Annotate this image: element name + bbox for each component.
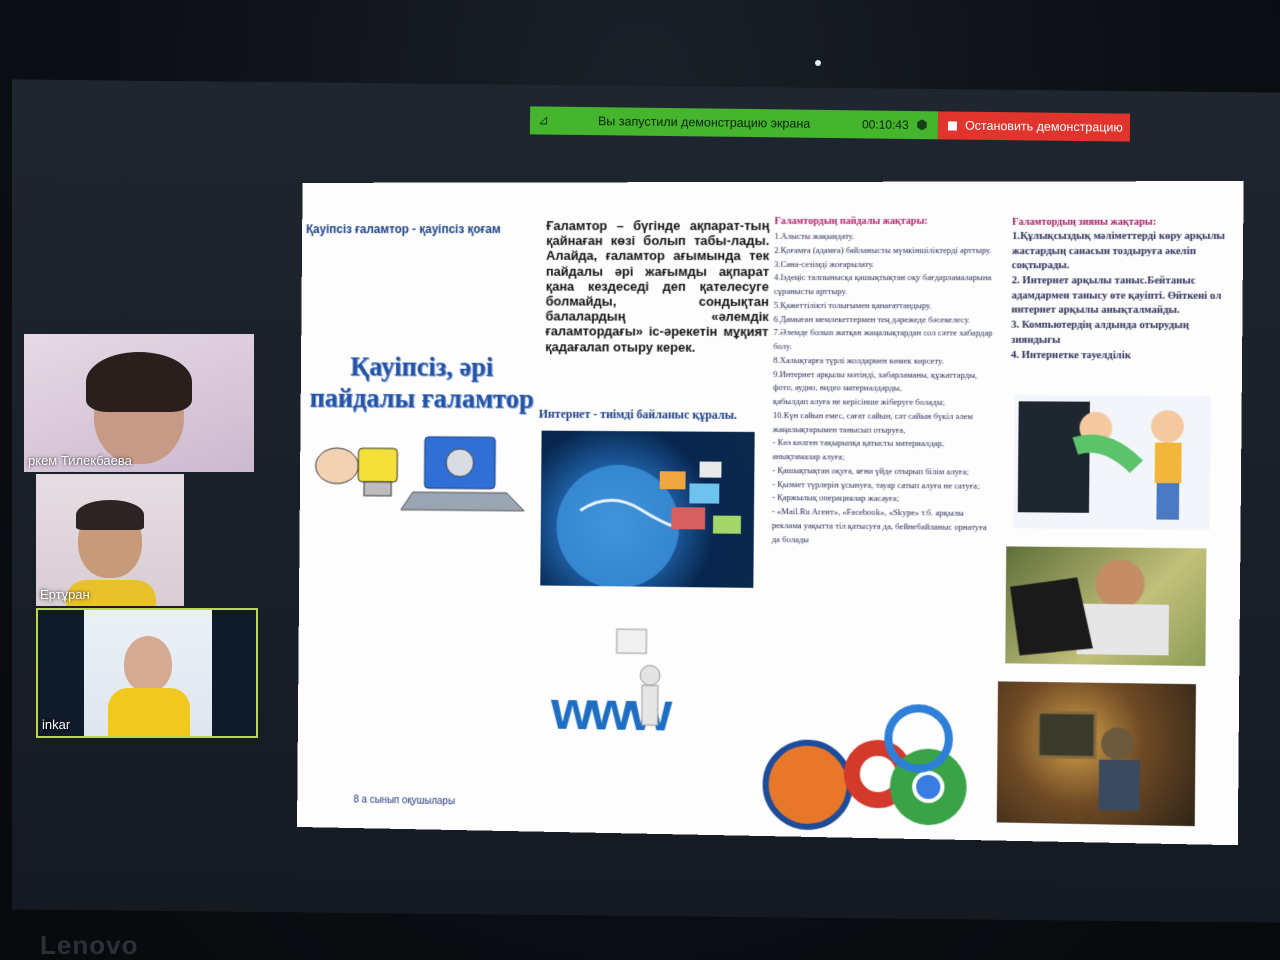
screen-addiction-image — [996, 681, 1196, 827]
stop-icon — [947, 120, 958, 131]
benefit-item: 5.Қажеттілікті толығымен қанағаттандыру. — [773, 299, 932, 311]
participant-face — [124, 636, 172, 692]
stop-share-button[interactable]: Остановить демонстрацию — [937, 111, 1131, 142]
benefits-column: Ғаламтордың пайдалы жақтары: 1.Алысты жа… — [772, 214, 996, 549]
participant-tile[interactable]: Ертұран — [36, 474, 184, 606]
benefit-item: 9.Интернет арқылы мәтінді, хабарламаны, … — [773, 368, 978, 393]
share-status: ⊿ Вы запустили демонстрацию экрана 00:10… — [529, 106, 939, 140]
computer-cartoon-image — [307, 434, 532, 515]
share-timer: 00:10:43 — [861, 117, 909, 132]
kids-cartoon-image — [1013, 395, 1211, 531]
participant-tile[interactable]: ркем Тилекбаева — [24, 334, 254, 472]
participant-name: inkar — [42, 717, 71, 732]
benefit-item: қабылдап алуға не керісінше жіберуге бол… — [772, 396, 945, 407]
participant-name: Ертұран — [40, 587, 90, 602]
slide-big-title: Қауіпсіз, әрі пайдалы ғаламтор — [309, 351, 534, 415]
harms-column: Ғаламтордың зияны жақтары: 1.Құлықсыздық… — [1011, 216, 1239, 364]
slide-internet-line: Интернет - тиімді байланыс құралы. — [538, 406, 737, 422]
participant-shirt — [108, 688, 190, 736]
harm-item: 4. Интернетке тәуелділік — [1010, 349, 1131, 361]
share-message: Вы запустили демонстрацию экрана — [597, 114, 811, 131]
slide-small-title: Қауіпсіз ғаламтор - қауіпсіз қоғам — [305, 222, 501, 237]
participant-hair — [86, 352, 192, 412]
browser-logos-image — [759, 702, 971, 836]
benefit-item: 1.Алысты жақындату. — [774, 230, 855, 241]
www-image: www — [547, 624, 741, 766]
laptop-bezel: ⊿ Вы запустили демонстрацию экрана 00:10… — [0, 0, 1280, 960]
laptop-brand-logo: Lenovo — [40, 930, 139, 960]
slide-footer: 8 а сынып оқушылары — [353, 794, 456, 808]
pin-icon[interactable]: ⊿ — [538, 112, 558, 128]
shared-slide: Қауіпсіз ғаламтор - қауіпсіз қоғам Қауіп… — [297, 181, 1244, 846]
benefit-item: - Көз көлген тақырыпқа қатысты материалд… — [772, 437, 945, 462]
benefit-item: - «Mail.Ru Агент», «Facebook», «Skype» т… — [771, 506, 987, 544]
globe-image — [540, 430, 755, 588]
shield-icon[interactable]: ⬢ — [914, 117, 930, 133]
camera-icon — [815, 60, 821, 66]
harms-title: Ғаламтордың зияны жақтары: — [1012, 216, 1157, 228]
benefit-item: 6.Дамыған мемлекеттермен тең дәрежеде бә… — [773, 313, 971, 325]
participant-video — [84, 610, 212, 736]
benefit-item: 3.Сана-сезімді жоғарылату. — [774, 258, 875, 269]
participant-hair — [76, 500, 144, 530]
harm-item: 3. Компьютердің алдында отырудың зияндығ… — [1011, 319, 1189, 346]
participant-name: ркем Тилекбаева — [28, 453, 132, 468]
boy-laptop-image — [1005, 546, 1207, 667]
benefit-item: - Қашықтықтан оқуға, яғни үйде отырып бі… — [772, 464, 969, 477]
harm-item: 1.Құлықсыздық мәліметтерді көру арқылы ж… — [1011, 230, 1225, 272]
benefits-title: Ғаламтордың пайдалы жақтары: — [774, 215, 928, 227]
benefit-item: 8.Халықтарға түрлі жолдармен көмек көрсе… — [773, 354, 944, 366]
slide-main-text: Ғаламтор – бүгінде ақпарат-тың қайнаған … — [545, 217, 770, 355]
benefit-item: 2.Қоғамға (адамға) байланысты мүмкіншілі… — [774, 244, 992, 255]
benefit-item: 10.Күн сайын емес, сағат сайын, сәт сайы… — [772, 409, 973, 435]
benefit-item: 4.Іздеңіс талпынысқа қашықтықтан оқу бағ… — [773, 272, 992, 297]
stop-share-label: Остановить демонстрацию — [964, 118, 1123, 135]
harm-item: 2. Интернет арқылы таныс.Бейтаныс адамда… — [1011, 275, 1222, 317]
participant-tile[interactable]: inkar — [36, 608, 258, 738]
benefit-item: 7.Әлемде болып жатқан жаңалықтардан сол … — [773, 327, 993, 352]
